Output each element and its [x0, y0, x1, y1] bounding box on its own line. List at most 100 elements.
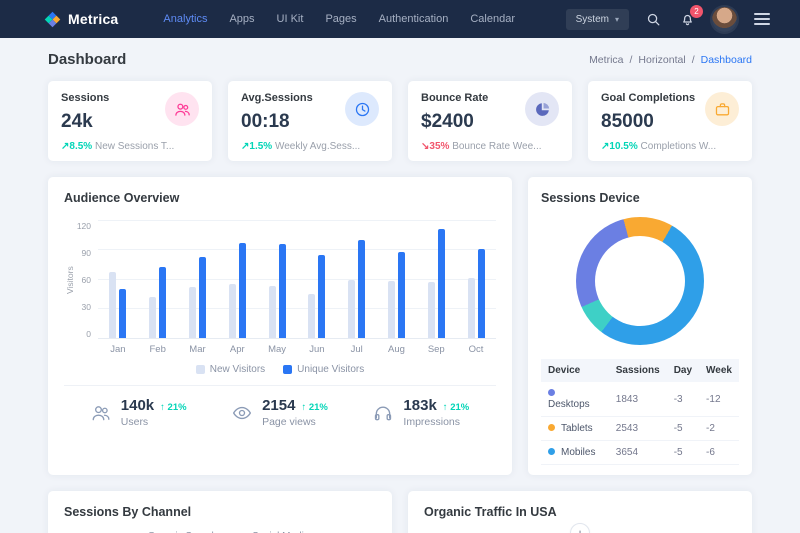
nav-item-ui-kit[interactable]: UI Kit: [266, 0, 315, 38]
legend-item-new-visitors[interactable]: New Visitors: [196, 364, 265, 375]
breadcrumb-current: Dashboard: [701, 54, 752, 66]
stat-card-sessions: Sessions 24k ↗8.5% New Sessions T...: [48, 81, 212, 161]
sessions-by-channel-card: Sessions By Channel Organic Search Socia…: [48, 491, 392, 533]
stat-percent: 21%: [450, 402, 469, 413]
bar-group: [138, 221, 178, 338]
audience-stat-impressions: 183k ↑ 21% Impressions: [373, 397, 469, 428]
organic-traffic-usa-card: Organic Traffic In USA +: [408, 491, 752, 533]
device-day: -5: [667, 417, 699, 441]
stat-value: 140k: [121, 397, 154, 414]
top-navbar: Metrica Analytics Apps UI Kit Pages Auth…: [0, 0, 800, 38]
nav-item-authentication[interactable]: Authentication: [368, 0, 460, 38]
breadcrumb-separator: /: [692, 54, 695, 66]
y-tick-label: 90: [82, 248, 91, 258]
stat-trend-text: ↗8.5% New Sessions T...: [61, 141, 199, 152]
search-button[interactable]: [644, 10, 663, 29]
menu-toggle-button[interactable]: [752, 11, 772, 27]
stat-label: Impressions: [403, 416, 469, 428]
bar-new-visitors: [149, 297, 156, 338]
sessions-device-table: Device Sassions Day Week Desktops 1843 -…: [541, 359, 739, 465]
bar-new-visitors: [109, 272, 116, 338]
system-dropdown[interactable]: System ▾: [566, 9, 629, 30]
stat-trend-text: ↘35% Bounce Rate Wee...: [421, 141, 559, 152]
legend-swatch: [196, 365, 205, 374]
arrow-up-icon: ↑: [443, 402, 448, 413]
stat-percent: 21%: [309, 402, 328, 413]
legend-label: Unique Visitors: [297, 364, 364, 375]
audience-bar-chart: Visitors 1209060300 JanFebMarAprMayJunJu…: [64, 221, 496, 355]
trend-percent: 1.5%: [249, 141, 272, 152]
headphones-icon: [373, 403, 393, 423]
table-row: Desktops 1843 -3 -12: [541, 382, 739, 417]
breadcrumb: Metrica / Horizontal / Dashboard: [589, 54, 752, 66]
audience-bar-plot: [98, 221, 496, 339]
stat-percent: 21%: [168, 402, 187, 413]
series-dot: [548, 389, 555, 396]
trend-desc: Bounce Rate Wee...: [452, 141, 541, 152]
audience-stats-strip: 140k ↑ 21% Users 2154: [64, 385, 496, 441]
bar-new-visitors: [189, 287, 196, 338]
stat-value: $2400: [421, 111, 488, 133]
breadcrumb-separator: /: [630, 54, 633, 66]
card-title: Audience Overview: [64, 191, 496, 205]
nav-item-apps[interactable]: Apps: [218, 0, 265, 38]
nav-item-pages[interactable]: Pages: [314, 0, 367, 38]
bar-new-visitors: [388, 281, 395, 338]
arrow-up-icon: ↑: [301, 402, 306, 413]
bar-unique-visitors: [239, 243, 246, 338]
bar-group: [98, 221, 138, 338]
chart-legend: New Visitors Unique Visitors: [64, 355, 496, 385]
card-title: Sessions By Channel: [64, 505, 376, 519]
trend-percent: 35%: [429, 141, 449, 152]
breadcrumb-link-metrica[interactable]: Metrica: [589, 54, 623, 66]
map-zoom-in-button[interactable]: +: [570, 523, 590, 533]
notification-badge: 2: [690, 5, 703, 18]
bar-unique-visitors: [119, 289, 126, 338]
series-dot: [548, 424, 555, 431]
bar-group: [337, 221, 377, 338]
x-axis-labels: JanFebMarAprMayJunJulAugSepOct: [98, 339, 496, 355]
stat-label: Page views: [262, 416, 328, 428]
page-title: Dashboard: [48, 51, 126, 68]
breadcrumb-link-horizontal[interactable]: Horizontal: [638, 54, 685, 66]
donut-hole: [595, 236, 685, 326]
system-dropdown-label: System: [576, 14, 609, 25]
stat-label: Avg.Sessions: [241, 92, 313, 104]
trend-desc: Weekly Avg.Sess...: [275, 141, 360, 152]
x-tick-label: Mar: [178, 344, 218, 355]
device-week: -6: [699, 441, 739, 465]
notifications-button[interactable]: 2: [678, 10, 697, 29]
search-icon: [646, 12, 661, 27]
y-axis-title: Visitors: [64, 221, 76, 339]
x-tick-label: May: [257, 344, 297, 355]
device-name: Mobiles: [561, 447, 595, 458]
bar-new-visitors: [229, 284, 236, 338]
bar-new-visitors: [348, 280, 355, 339]
bar-group: [377, 221, 417, 338]
page-header: Dashboard Metrica / Horizontal / Dashboa…: [0, 38, 800, 79]
dashboard-page: Metrica Analytics Apps UI Kit Pages Auth…: [0, 0, 800, 533]
audience-stat-page-views: 2154 ↑ 21% Page views: [232, 397, 328, 428]
bar-new-visitors: [308, 294, 315, 338]
stat-card-avg-sessions: Avg.Sessions 00:18 ↗1.5% Weekly Avg.Sess…: [228, 81, 392, 161]
bar-new-visitors: [269, 286, 276, 338]
trend-desc: New Sessions T...: [95, 141, 174, 152]
col-header-week: Week: [699, 359, 739, 382]
stat-label: Sessions: [61, 92, 109, 104]
nav-item-analytics[interactable]: Analytics: [152, 0, 218, 38]
bar-group: [178, 221, 218, 338]
metrica-logo-icon: [44, 11, 61, 28]
legend-item-unique-visitors[interactable]: Unique Visitors: [283, 364, 364, 375]
nav-item-calendar[interactable]: Calendar: [459, 0, 526, 38]
legend-label: New Visitors: [210, 364, 265, 375]
device-week: -12: [699, 382, 739, 417]
card-title: Organic Traffic In USA: [424, 505, 736, 519]
user-avatar[interactable]: [712, 7, 737, 32]
col-header-device: Device: [541, 359, 609, 382]
stat-value: 24k: [61, 111, 109, 133]
main-nav: Analytics Apps UI Kit Pages Authenticati…: [152, 0, 526, 38]
briefcase-icon: [705, 92, 739, 126]
brand-logo[interactable]: Metrica: [44, 11, 118, 28]
device-day: -5: [667, 441, 699, 465]
bar-group: [297, 221, 337, 338]
